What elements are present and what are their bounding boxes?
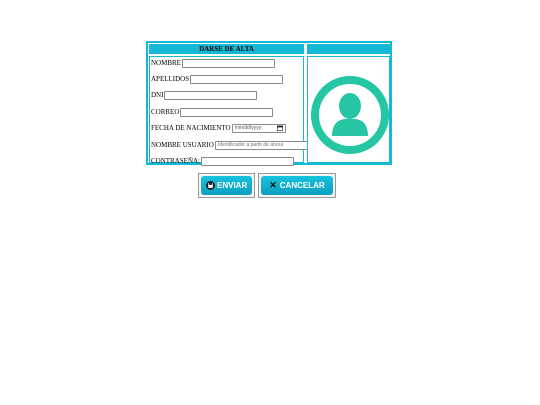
save-icon bbox=[206, 181, 215, 190]
form-header-title: DARSE DE ALTA bbox=[149, 44, 304, 54]
row-contrasena: CONTRASEÑA: bbox=[151, 156, 295, 166]
dni-input[interactable] bbox=[164, 90, 258, 100]
cancel-button-label: CANCELAR bbox=[279, 181, 325, 190]
label-usuario: NOMBRE USUARIO bbox=[151, 141, 214, 149]
fecha-nacimiento-input[interactable]: mm/dd/yyyy bbox=[231, 123, 286, 133]
fecha-value: mm/dd/yyyy bbox=[234, 125, 262, 131]
calendar-icon[interactable] bbox=[276, 125, 283, 131]
row-correo: CORREO bbox=[151, 107, 274, 117]
nombre-usuario-input[interactable] bbox=[214, 140, 308, 150]
label-dni: DNI bbox=[151, 91, 164, 99]
form-actions: ENVIAR ✕ CANCELAR bbox=[198, 173, 336, 198]
label-contrasena: CONTRASEÑA: bbox=[151, 157, 201, 165]
row-apellidos: APELLIDOS bbox=[151, 74, 284, 84]
close-icon: ✕ bbox=[269, 180, 277, 190]
nombre-input[interactable] bbox=[181, 58, 275, 68]
submit-button-frame: ENVIAR bbox=[198, 173, 256, 198]
avatar-cell bbox=[307, 56, 390, 163]
submit-button-label: ENVIAR bbox=[217, 181, 248, 190]
cancel-button[interactable]: ✕ CANCELAR bbox=[261, 176, 333, 195]
cancel-button-frame: ✕ CANCELAR bbox=[258, 173, 336, 198]
form-fields-cell: NOMBRE APELLIDOS DNI CORREO FECHA DE NAC… bbox=[149, 56, 308, 166]
row-dni: DNI bbox=[151, 90, 258, 100]
form-header-right bbox=[307, 44, 390, 54]
label-fecha: FECHA DE NACIMIENTO bbox=[151, 124, 231, 132]
row-usuario: NOMBRE USUARIO bbox=[151, 140, 308, 150]
apellidos-input[interactable] bbox=[190, 74, 284, 84]
correo-input[interactable] bbox=[180, 107, 274, 117]
submit-button[interactable]: ENVIAR bbox=[201, 176, 253, 195]
registration-form: DARSE DE ALTA NOMBRE APELLIDOS DNI CORRE… bbox=[146, 41, 392, 166]
contrasena-input[interactable] bbox=[201, 156, 295, 166]
user-avatar-icon bbox=[311, 76, 389, 154]
label-correo: CORREO bbox=[151, 108, 180, 116]
label-apellidos: APELLIDOS bbox=[151, 75, 190, 83]
row-fecha: FECHA DE NACIMIENTO mm/dd/yyyy bbox=[151, 123, 286, 133]
row-nombre: NOMBRE bbox=[151, 58, 275, 68]
label-nombre: NOMBRE bbox=[151, 59, 181, 67]
